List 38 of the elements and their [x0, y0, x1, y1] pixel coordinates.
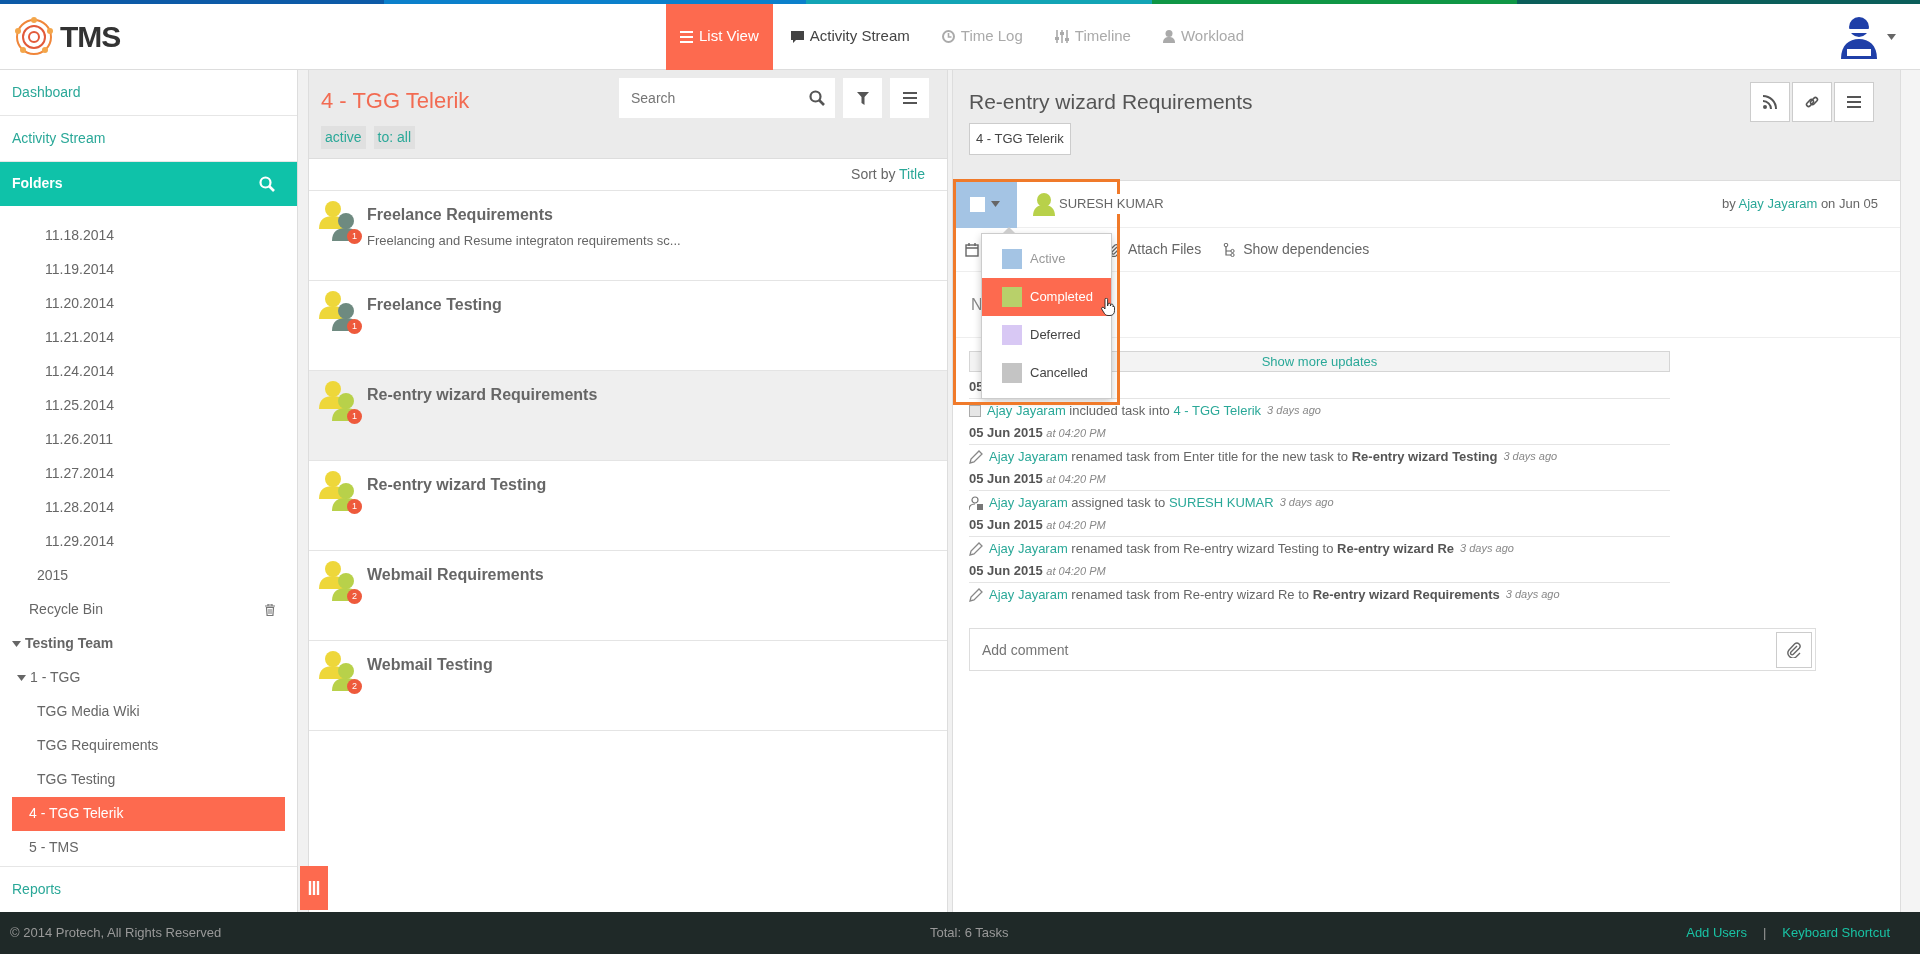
- activity-text: Ajay Jayaram renamed task from Re-entry wizard Testing to Re-entry wizard Re: [989, 539, 1455, 558]
- count-badge: 2: [347, 589, 362, 604]
- sort-label: Sort by Title: [851, 165, 925, 184]
- task-title: Re-entry wizard Requirements: [969, 89, 1254, 115]
- count-badge: 1: [347, 409, 362, 424]
- date-heading: 05 Jun 2015 at 04:20 PM: [969, 422, 1670, 445]
- time-ago: 3 days ago: [1279, 495, 1334, 511]
- list-title: 4 - TGG Telerik: [321, 87, 471, 115]
- count-badge: 1: [347, 499, 362, 514]
- activity-text: Ajay Jayaram renamed task from Re-entry wizard Re to Re-entry wizard Requirements: [989, 585, 1500, 604]
- time-ago: 3 days ago: [1460, 541, 1514, 557]
- task-title: Freelance Testing: [367, 295, 502, 315]
- date-heading: 05 Jun 2015 at 04:20 PM: [969, 560, 1670, 583]
- task-title: Webmail Requirements: [367, 565, 544, 585]
- assignee-name: SURESH KUMAR: [1059, 194, 1164, 214]
- description-text: N: [971, 294, 983, 315]
- task-title: Freelance Requirements: [367, 205, 554, 225]
- task-title: Webmail Testing: [367, 655, 493, 675]
- date-heading: 05 Jun 2015 at 04:20 PM: [969, 468, 1670, 491]
- date-heading: 05 Jun 2015 at 04:20 PM: [969, 514, 1670, 537]
- activity-text: Ajay Jayaram assigned task to SURESH KUMAR: [989, 493, 1274, 512]
- copyright-text: © 2014 Protech, All Rights Reserved: [10, 925, 222, 941]
- link-separator: |: [1762, 924, 1767, 943]
- folders-title: Folders: [12, 174, 63, 194]
- total-count: Total: 6 Tasks: [930, 924, 1009, 943]
- time-ago: 3 days ago: [1505, 587, 1560, 603]
- activity-text: Ajay Jayaram renamed task from Enter title for the new task to Re-entry wizard Testing: [989, 447, 1498, 466]
- task-title: Re-entry wizard Requirements: [367, 385, 598, 405]
- count-badge: 1: [347, 319, 362, 334]
- activity-text: Ajay Jayaram included task into 4 - TGG Telerik: [987, 401, 1262, 420]
- task-title: Re-entry wizard Testing: [367, 475, 547, 495]
- task-description: Freelancing and Resume integraton requirements sc...: [367, 232, 681, 250]
- time-ago: 3 days ago: [1503, 449, 1558, 465]
- brand-name: TMS: [60, 19, 121, 55]
- count-badge: 2: [347, 679, 362, 694]
- count-badge: 1: [347, 229, 362, 244]
- author-text: by Ajay Jayaram on Jun 05: [1721, 195, 1878, 214]
- time-ago: 3 days ago: [1267, 403, 1321, 419]
